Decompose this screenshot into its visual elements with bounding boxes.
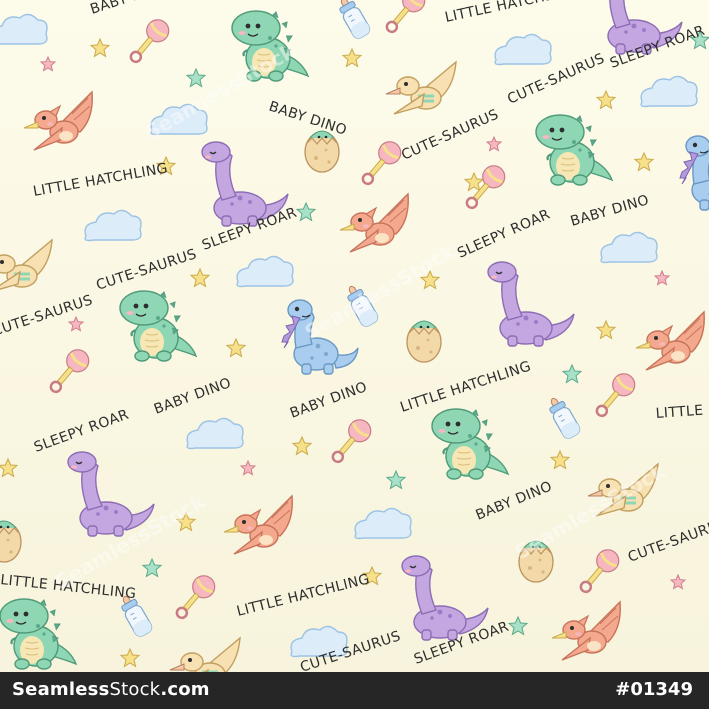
stock-code: #01349 [615, 679, 693, 700]
brand-light: Stock [109, 679, 161, 700]
brand-bold: Seamless [12, 679, 110, 700]
hatching-egg-icon [304, 130, 340, 173]
dino-pattern-illustration: BABY DINO LITTLE HATCHLING SLEEPY ROAR B… [0, 0, 709, 672]
brand-suffix: .com [160, 679, 210, 700]
brand-logo: SeamlessStock.com [12, 679, 210, 700]
footer-bar: SeamlessStock.com #01349 [0, 672, 709, 709]
hatching-egg-icon [406, 320, 442, 363]
